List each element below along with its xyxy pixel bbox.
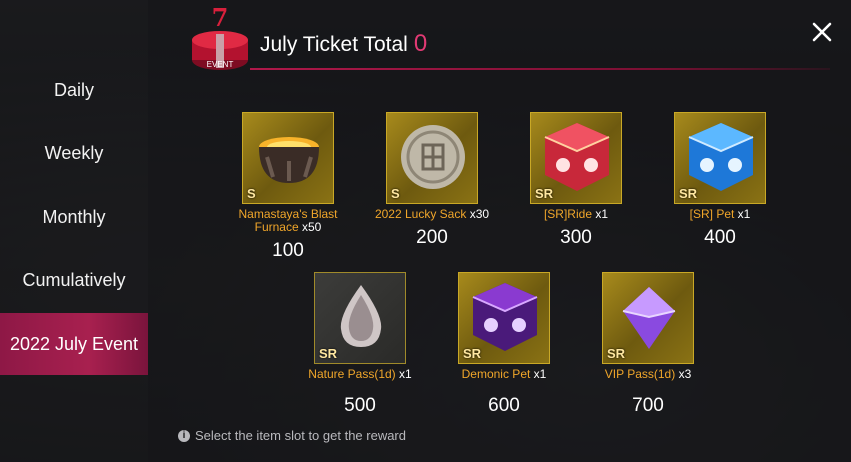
ticket-count: 0: [413, 30, 428, 57]
item-cost: 400: [704, 227, 736, 248]
item-cost: 100: [272, 240, 304, 261]
rank-badge: SR: [463, 346, 482, 361]
ride-box-icon: [544, 123, 610, 191]
item-name: [SR]Ride x1: [543, 207, 609, 221]
badge-number: 7: [212, 4, 229, 32]
item-name: [SR] Pet x1: [689, 207, 751, 221]
tab-weekly[interactable]: Weekly: [0, 122, 148, 184]
reward-slot[interactable]: S: [242, 112, 334, 204]
reward-item[interactable]: SR Demonic Pet x1 600: [444, 272, 564, 417]
item-cost: 300: [560, 227, 592, 248]
lucky-coin-icon: [401, 125, 465, 189]
reward-slot[interactable]: SR: [458, 272, 550, 364]
nature-crystal-icon: [340, 285, 382, 347]
reward-slot[interactable]: SR: [602, 272, 694, 364]
rank-badge: SR: [679, 186, 698, 201]
reward-item[interactable]: SR [SR]Ride x1 300: [516, 112, 636, 249]
pet-box-icon: [688, 123, 754, 191]
vip-gem-icon: [622, 287, 676, 349]
item-cost: 600: [488, 395, 520, 416]
tab-monthly[interactable]: Monthly: [0, 186, 148, 248]
gift-box-icon: 7 EVENT: [190, 3, 250, 76]
sidebar: Daily Weekly Monthly Cumulatively 2022 J…: [0, 0, 148, 462]
reward-slot[interactable]: S: [386, 112, 478, 204]
item-name: VIP Pass(1d) x3: [604, 367, 692, 381]
rank-badge: SR: [319, 346, 338, 361]
rank-badge: S: [391, 186, 400, 201]
close-button[interactable]: [808, 18, 836, 46]
reward-item[interactable]: S Namastaya's Blast Furnace x50 100: [228, 112, 348, 262]
item-cost: 200: [416, 227, 448, 248]
item-name: Demonic Pet x1: [461, 367, 547, 381]
reward-item[interactable]: S 2022 Lucky Sack x30 200: [372, 112, 492, 249]
reward-item[interactable]: SR VIP Pass(1d) x3 700: [588, 272, 708, 417]
reward-item[interactable]: SR [SR] Pet x1 400: [660, 112, 780, 249]
item-name: 2022 Lucky Sack x30: [374, 207, 490, 221]
tab-cumulatively[interactable]: Cumulatively: [0, 249, 148, 311]
rank-badge: SR: [607, 346, 626, 361]
rank-badge: S: [247, 186, 256, 201]
event-header: 7 EVENT July Ticket Total 0: [190, 3, 830, 76]
hint-text: i Select the item slot to get the reward: [178, 428, 406, 443]
close-icon: [812, 22, 832, 42]
furnace-icon: [259, 137, 319, 183]
reward-slot[interactable]: SR: [530, 112, 622, 204]
item-cost: 700: [632, 395, 664, 416]
page-title: July Ticket Total 0: [260, 30, 427, 58]
reward-slot[interactable]: SR: [314, 272, 406, 364]
item-cost: 500: [344, 395, 376, 416]
info-icon: i: [178, 429, 190, 442]
tab-daily[interactable]: Daily: [0, 59, 148, 121]
item-name: Nature Pass(1d) x1: [308, 367, 412, 381]
tab-2022-july-event[interactable]: 2022 July Event: [0, 313, 148, 375]
badge-label: EVENT: [207, 60, 234, 69]
demonic-box-icon: [472, 283, 538, 351]
reward-item[interactable]: SR Nature Pass(1d) x1 500: [300, 272, 420, 417]
hint-label: Select the item slot to get the reward: [195, 428, 406, 443]
title-text: July Ticket Total: [260, 33, 408, 56]
rank-badge: SR: [535, 186, 554, 201]
reward-slot[interactable]: SR: [674, 112, 766, 204]
item-name: Namastaya's Blast Furnace x50: [238, 207, 338, 234]
header-divider: [250, 68, 830, 70]
